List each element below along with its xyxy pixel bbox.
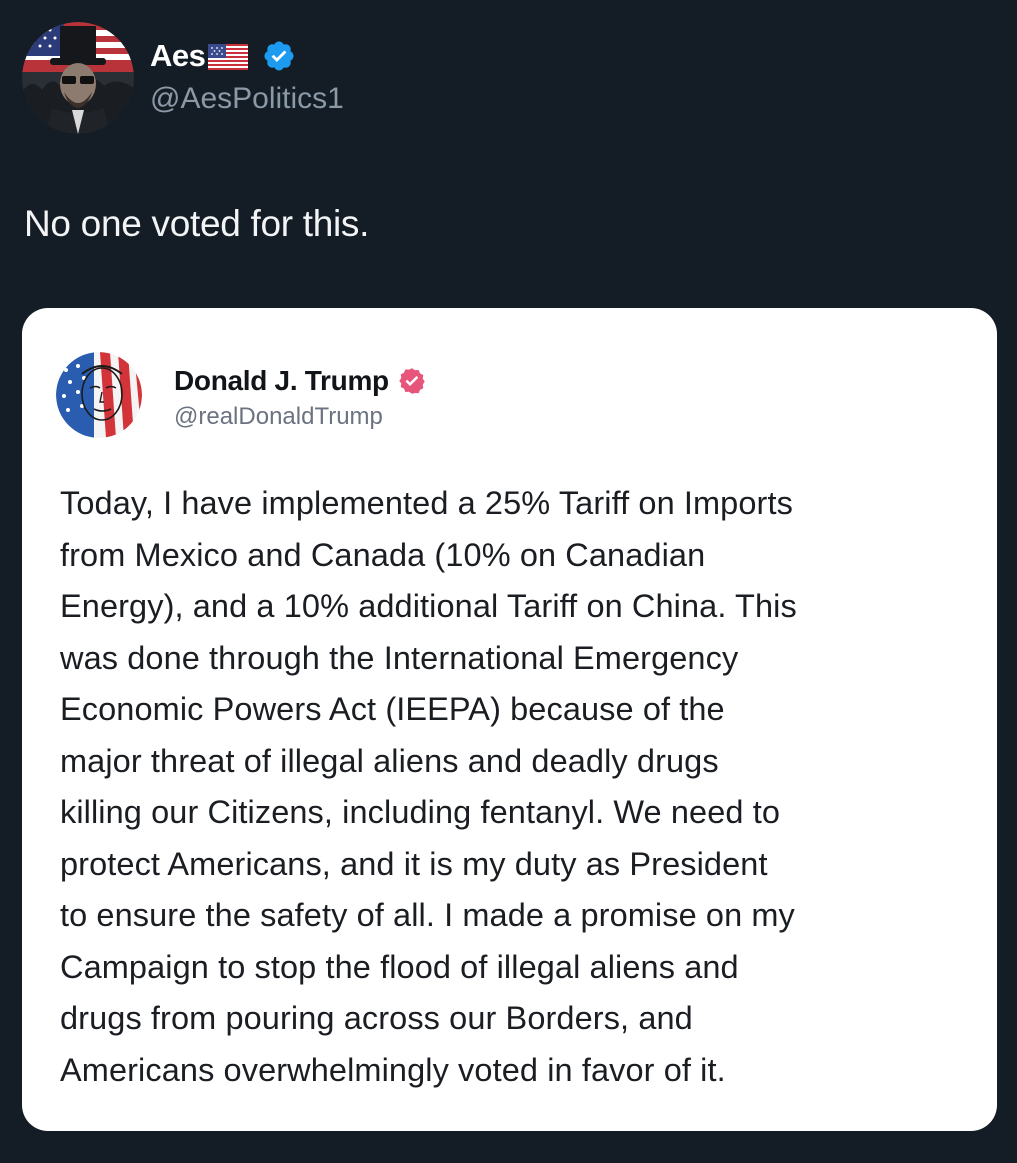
post-text-line: Today, I have implemented a 25% Tariff o… xyxy=(60,485,793,521)
trump-avatar[interactable] xyxy=(56,352,142,438)
post-text-line: drugs from pouring across our Borders, a… xyxy=(60,1000,693,1036)
outer-post-header: Aes @AesPolitics1 xyxy=(22,22,344,134)
quoted-post-text: Today, I have implemented a 25% Tariff o… xyxy=(60,478,980,1096)
trump-handle[interactable]: @realDonaldTrump xyxy=(174,403,427,431)
post-text-line: from Mexico and Canada (10% on Canadian xyxy=(60,536,706,573)
trump-display-name[interactable]: Donald J. Trump xyxy=(174,365,389,397)
flag-us-icon xyxy=(208,44,249,70)
quoted-post-header: Donald J. Trump @realDonaldTrump xyxy=(56,352,427,438)
outer-post-text: No one voted for this. xyxy=(24,203,370,244)
aes-display-name[interactable]: Aes xyxy=(150,38,206,74)
post-text-line: major threat of illegal aliens and deadl… xyxy=(60,742,719,779)
verified-badge-icon xyxy=(262,39,296,73)
post-text-line: Americans overwhelmingly voted in favor … xyxy=(60,1051,726,1088)
aes-avatar[interactable] xyxy=(22,22,134,134)
verified-badge-icon xyxy=(397,366,427,396)
post-text-line: Campaign to stop the flood of illegal al… xyxy=(60,948,739,985)
post-text-line: Energy), and a 10% additional Tariff on … xyxy=(60,588,797,624)
post-text-line: protect Americans, and it is my duty as … xyxy=(60,845,768,882)
post-text-line: Economic Powers Act (IEEPA) because of t… xyxy=(60,691,725,727)
quoted-post-card[interactable]: Donald J. Trump @realDonaldTrump Today, … xyxy=(22,308,997,1131)
post-text-line: to ensure the safety of all. I made a pr… xyxy=(60,897,795,933)
post-text-line: killing our Citizens, including fentanyl… xyxy=(60,794,780,830)
post-text-line: was done through the International Emerg… xyxy=(60,639,739,676)
aes-handle[interactable]: @AesPolitics1 xyxy=(150,82,344,116)
